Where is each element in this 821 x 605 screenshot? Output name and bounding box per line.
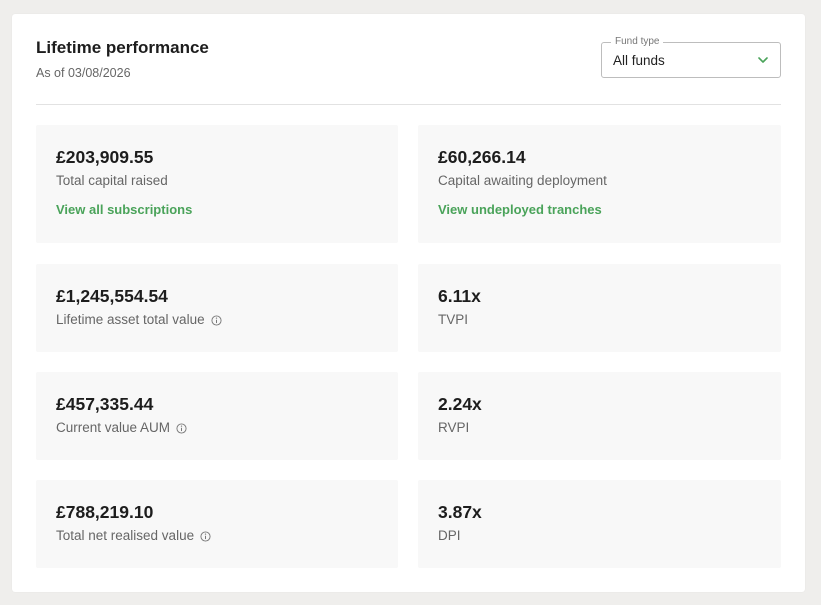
metric-label: Total net realised value bbox=[56, 528, 195, 543]
fund-type-selected-value: All funds bbox=[613, 53, 665, 68]
metric-value: 3.87x bbox=[438, 502, 482, 522]
tile-tvpi: 6.11x TVPI bbox=[418, 264, 781, 352]
fund-type-select[interactable]: Fund type All funds bbox=[601, 36, 781, 78]
tile-total-capital-raised: £203,909.55 Total capital raised View al… bbox=[36, 125, 398, 243]
view-undeployed-tranches-link[interactable]: View undeployed tranches bbox=[438, 202, 602, 218]
header-divider bbox=[36, 104, 781, 105]
metric-label-row: Current value AUM bbox=[56, 420, 378, 436]
view-all-subscriptions-link[interactable]: View all subscriptions bbox=[56, 202, 192, 218]
metric-label-row: Lifetime asset total value bbox=[56, 312, 378, 328]
tile-total-net-realised-value: £788,219.10 Total net realised value bbox=[36, 480, 398, 568]
metric-label: DPI bbox=[438, 528, 461, 543]
info-icon[interactable] bbox=[176, 423, 187, 434]
metric-label: TVPI bbox=[438, 312, 469, 327]
as-of-date: As of 03/08/2026 bbox=[36, 66, 131, 80]
metric-value: £1,245,554.54 bbox=[56, 286, 168, 306]
chevron-down-icon bbox=[758, 57, 768, 63]
metric-label: Capital awaiting deployment bbox=[438, 173, 607, 188]
metric-label: Current value AUM bbox=[56, 420, 171, 435]
fund-type-legend: Fund type bbox=[611, 36, 664, 48]
card-title: Lifetime performance bbox=[36, 38, 209, 57]
metric-label-row: Total net realised value bbox=[56, 528, 378, 544]
metric-value: 2.24x bbox=[438, 394, 482, 414]
tile-dpi: 3.87x DPI bbox=[418, 480, 781, 568]
tile-capital-awaiting-deployment: £60,266.14 Capital awaiting deployment V… bbox=[418, 125, 781, 243]
metric-label: RVPI bbox=[438, 420, 470, 435]
metric-value: £60,266.14 bbox=[438, 147, 526, 167]
tile-current-value-aum: £457,335.44 Current value AUM bbox=[36, 372, 398, 460]
info-icon[interactable] bbox=[211, 315, 222, 326]
info-icon[interactable] bbox=[200, 531, 211, 542]
metric-value: 6.11x bbox=[438, 286, 481, 306]
metric-value: £788,219.10 bbox=[56, 502, 154, 522]
lifetime-performance-card: Lifetime performance As of 03/08/2026 Fu… bbox=[12, 14, 805, 592]
tile-lifetime-asset-total-value: £1,245,554.54 Lifetime asset total value bbox=[36, 264, 398, 352]
metric-label: Lifetime asset total value bbox=[56, 312, 205, 327]
tile-rvpi: 2.24x RVPI bbox=[418, 372, 781, 460]
metric-label: Total capital raised bbox=[56, 173, 168, 188]
card-header: Lifetime performance As of 03/08/2026 Fu… bbox=[36, 36, 781, 104]
metric-value: £457,335.44 bbox=[56, 394, 154, 414]
metric-value: £203,909.55 bbox=[56, 147, 154, 167]
